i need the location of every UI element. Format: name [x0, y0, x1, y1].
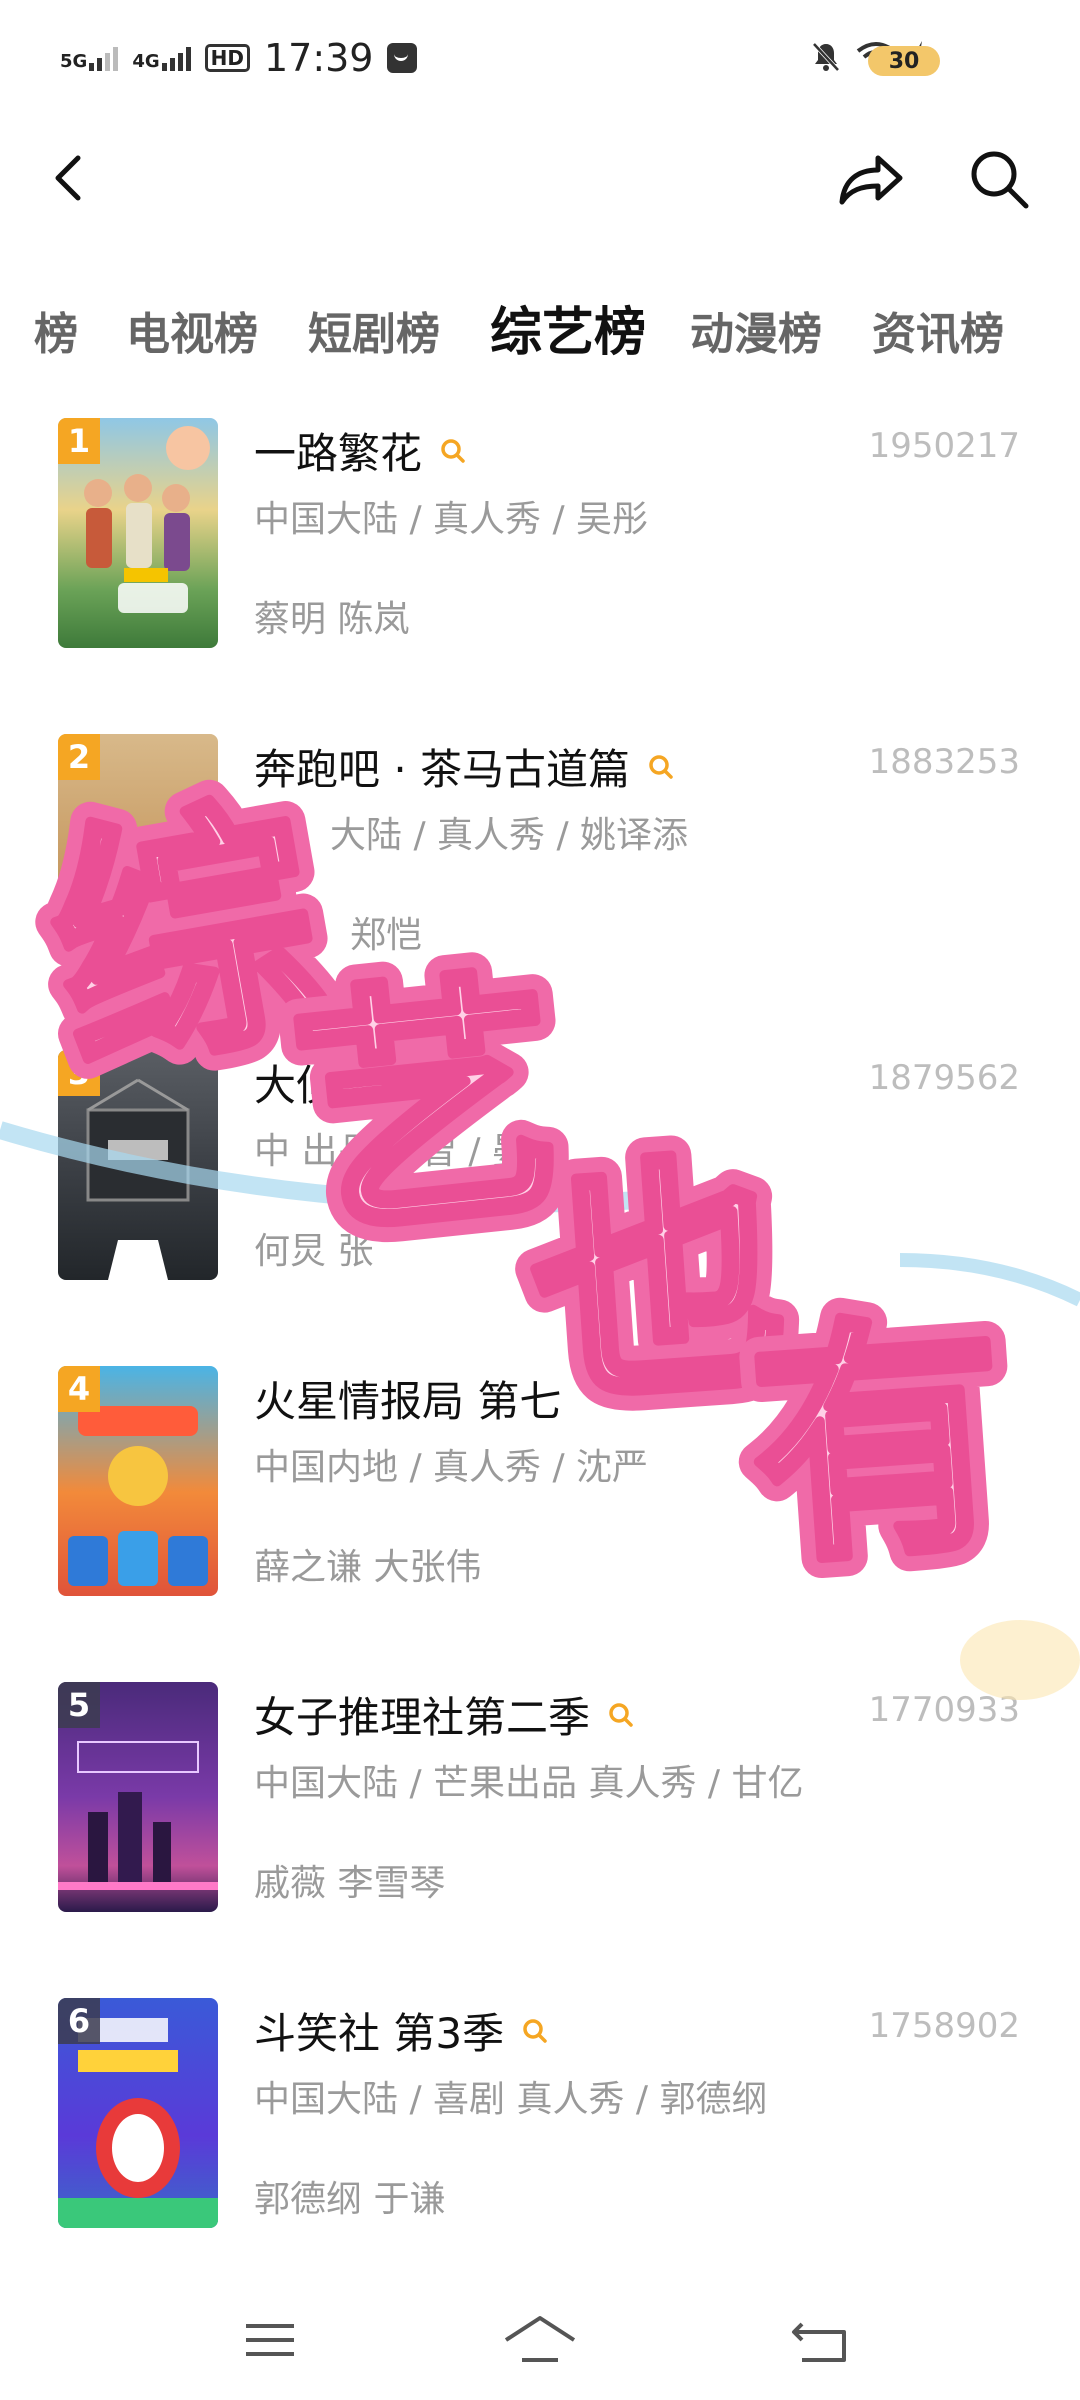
poster-image: 6	[58, 1998, 218, 2228]
back-nav-button[interactable]	[780, 2310, 860, 2370]
back-button[interactable]	[40, 148, 100, 208]
show-title: 一路繁花	[254, 429, 423, 478]
search-button[interactable]	[966, 146, 1032, 212]
poster-image: 5	[58, 1682, 218, 1912]
show-meta: 大陆 / 真人秀 / 姚译添	[330, 815, 689, 856]
rank-badge: 1	[58, 418, 100, 464]
heat-score: 1770933	[868, 1690, 1020, 1730]
show-title: 奔跑吧 · 茶马古道篇	[254, 745, 631, 794]
heat-score: 1879562	[868, 1058, 1020, 1098]
rank-badge: 3	[58, 1050, 100, 1096]
tab-news[interactable]: 资讯榜	[872, 298, 1004, 362]
rank-badge: 4	[58, 1366, 100, 1412]
rank-badge: 6	[58, 1998, 100, 2044]
share-button[interactable]	[836, 146, 906, 210]
show-cast: 薛之谦 大张伟	[254, 1547, 482, 1588]
search-tag-icon[interactable]	[522, 2018, 548, 2044]
tab-variety[interactable]: 综艺榜	[490, 290, 646, 365]
list-item[interactable]: 1 一路繁花 1950217 中国大陆 / 真人秀 / 吴彤 蔡明 陈岚	[0, 410, 1080, 660]
signal-5g-icon: 5G	[60, 45, 119, 72]
show-meta: 中国大陆 / 真人秀 / 吴彤	[254, 499, 649, 540]
system-nav-bar	[0, 2280, 1080, 2400]
list-item[interactable]: 5 女子推理社第二季 1770933 中国大陆 / 芒果出品 真人秀 / 甘亿 …	[0, 1674, 1080, 1924]
rank-badge: 5	[58, 1682, 100, 1728]
search-tag-icon[interactable]	[608, 1702, 634, 1728]
show-title: 大侦探	[254, 1061, 381, 1110]
mute-bell-icon	[812, 42, 840, 72]
show-title: 火星情报局 第七	[254, 1377, 562, 1426]
show-cast: 郑恺	[350, 915, 423, 956]
category-tabs: 榜 电视榜 短剧榜 综艺榜 动漫榜 资讯榜	[0, 290, 1080, 370]
show-cast: 何炅 张	[254, 1231, 374, 1272]
list-item[interactable]: 6 斗笑社 第3季 1758902 中国大陆 / 喜剧 真人秀 / 郭德纲 郭德…	[0, 1990, 1080, 2240]
status-bar: 5G 4G HD 17:39 30	[0, 0, 1080, 120]
list-item[interactable]: 3 大侦探 1879562 中 出品 益智 / 晏吉 何炅 张	[0, 1042, 1080, 1292]
show-meta: 中国大陆 / 喜剧 真人秀 / 郭德纲	[254, 2079, 768, 2120]
battery-indicator: 30	[868, 46, 940, 76]
network-label-5g: 5G	[60, 51, 88, 72]
poster-image: 4	[58, 1366, 218, 1596]
rank-badge: 2	[58, 734, 100, 780]
network-label-4g: 4G	[132, 51, 160, 72]
signal-4g-icon: 4G	[132, 45, 191, 72]
clock: 17:39	[263, 36, 374, 80]
poster-image: 2	[58, 734, 218, 964]
hd-voice-icon: HD	[204, 44, 250, 72]
heat-score: 1883253	[868, 742, 1020, 782]
home-nav-button[interactable]	[500, 2310, 580, 2370]
list-item[interactable]: 2 奔跑吧 · 茶马古道篇 1883253 大陆 / 真人秀 / 姚译添 郑恺	[0, 726, 1080, 976]
show-cast: 戚薇 李雪琴	[254, 1863, 446, 1904]
search-tag-icon[interactable]	[648, 754, 674, 780]
poster-image: 3	[58, 1050, 218, 1280]
show-cast: 蔡明 陈岚	[254, 599, 410, 640]
heat-score: 1950217	[868, 426, 1020, 466]
menu-nav-button[interactable]	[230, 2310, 310, 2370]
list-item[interactable]: 4 火星情报局 第七 中国内地 / 真人秀 / 沈严 薛之谦 大张伟	[0, 1358, 1080, 1608]
message-icon	[387, 43, 418, 73]
poster-image: 1	[58, 418, 218, 648]
search-tag-icon[interactable]	[440, 438, 466, 464]
tab-tv[interactable]: 电视榜	[126, 298, 258, 362]
show-meta: 中 出品 益智 / 晏吉	[254, 1131, 564, 1172]
show-title: 斗笑社 第3季	[254, 2009, 505, 2058]
tab-anime[interactable]: 动漫榜	[690, 298, 822, 362]
show-meta: 中国内地 / 真人秀 / 沈严	[254, 1447, 649, 1488]
show-meta: 中国大陆 / 芒果出品 真人秀 / 甘亿	[254, 1763, 804, 1804]
tab-partial[interactable]: 榜	[34, 298, 78, 362]
show-cast: 郭德纲 于谦	[254, 2179, 446, 2220]
show-title: 女子推理社第二季	[254, 1693, 591, 1742]
heat-score: 1758902	[868, 2006, 1020, 2046]
tab-short-drama[interactable]: 短剧榜	[308, 298, 440, 362]
